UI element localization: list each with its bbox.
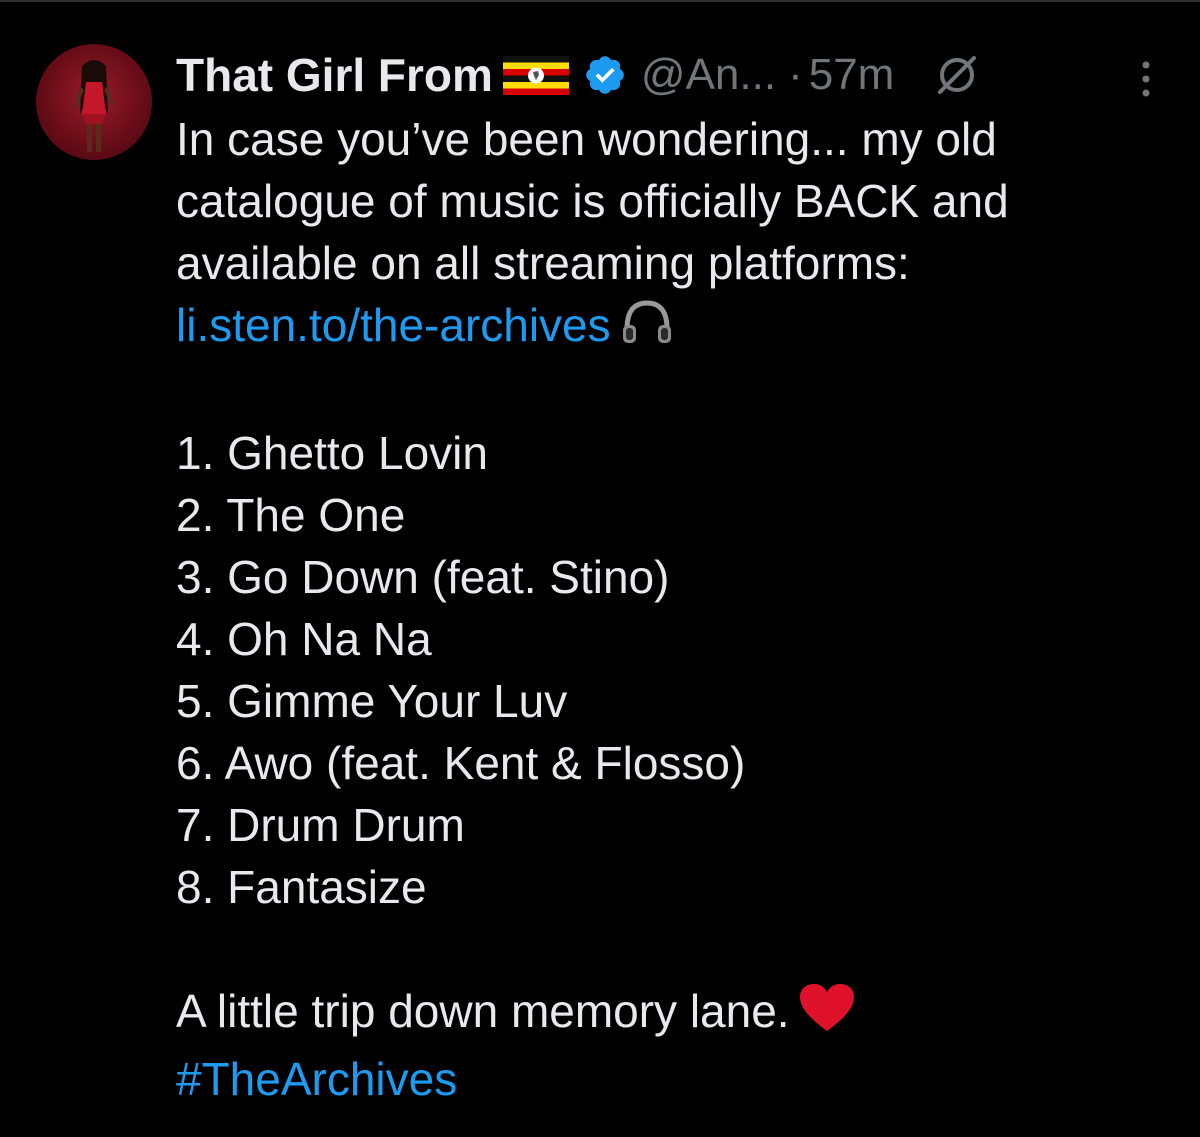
top-divider	[0, 0, 1200, 2]
tweet-text: In case you’ve been wondering... my old …	[176, 108, 1176, 1110]
headphones-icon	[619, 297, 675, 360]
text-line: available on all streaming platforms:	[176, 237, 910, 289]
avatar[interactable]	[36, 44, 152, 160]
track-item: 7. Drum Drum	[176, 799, 465, 852]
author-handle[interactable]: @An...	[641, 50, 776, 100]
hashtag-link[interactable]: #TheArchives	[176, 1048, 1176, 1110]
red-heart-icon	[798, 983, 856, 1048]
track-item: 3. Go Down (feat. Stino)	[176, 551, 670, 604]
track-item: 2. The One	[176, 489, 406, 542]
grok-icon[interactable]	[934, 52, 980, 98]
verified-badge-icon[interactable]	[583, 53, 627, 97]
display-name[interactable]: That Girl From	[176, 48, 493, 102]
text-line: In case you’ve been wondering... my old	[176, 113, 997, 165]
uganda-flag-icon	[502, 52, 569, 98]
link-line: li.sten.to/the-archives	[176, 294, 1176, 360]
track-item: 8. Fantasize	[176, 861, 427, 914]
tweet-header: That Girl From @An... · 57m	[176, 40, 1176, 110]
track-item: 1. Ghetto Lovin	[176, 427, 488, 480]
track-item: 6. Awo (feat. Kent & Flosso)	[176, 737, 746, 790]
closing-line: A little trip down memory lane.	[176, 980, 1176, 1047]
text-line: catalogue of music is officially BACK an…	[176, 175, 1009, 227]
separator-dot: ·	[788, 50, 803, 99]
archives-link[interactable]: li.sten.to/the-archives	[176, 299, 611, 351]
more-options-icon[interactable]	[1136, 56, 1156, 102]
avatar-image	[74, 60, 114, 152]
track-item: 4. Oh Na Na	[176, 613, 432, 666]
track-item: 5. Gimme Your Luv	[176, 675, 568, 728]
closing-text: A little trip down memory lane.	[176, 985, 790, 1038]
timestamp[interactable]: 57m	[809, 50, 895, 100]
tweet[interactable]: That Girl From @An... · 57m In case you’…	[176, 40, 1176, 1110]
